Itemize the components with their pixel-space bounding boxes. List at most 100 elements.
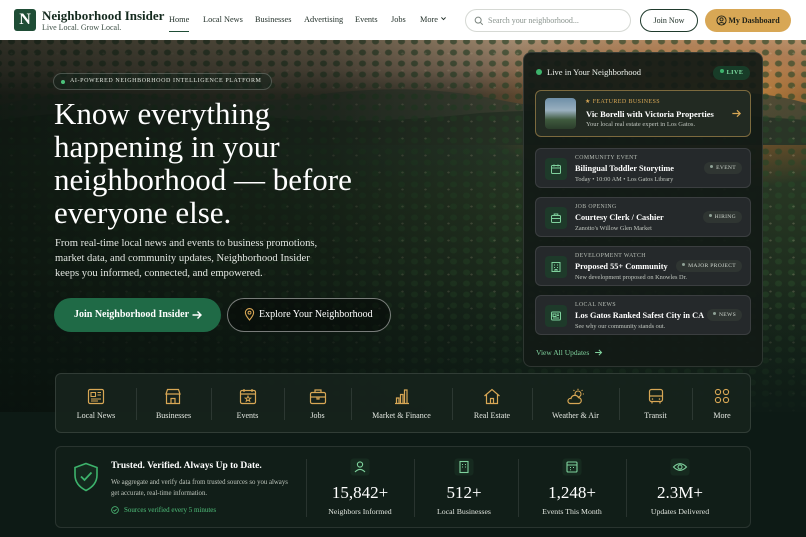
arrow-right-icon [595,349,603,356]
live-badge-text: LIVE [726,70,744,76]
explore-neighborhood-button[interactable]: Explore Your Neighborhood [227,298,391,332]
featured-title: Vic Borelli with Victoria Properties [586,109,714,119]
users-icon [350,458,370,476]
my-dashboard-button[interactable]: My Dashboard [705,9,791,32]
stat-value: 512+ [446,483,482,502]
search-input[interactable]: Search your neighborhood... [465,9,631,32]
trust-description: We aggregate and verify data from truste… [111,479,288,497]
stat-label: Events This Month [542,507,602,516]
card-badge: HIRING [702,211,742,223]
panel-title: Live in Your Neighborhood [536,67,641,77]
featured-business-card[interactable]: ★ FEATURED BUSINESS Vic Borelli with Vic… [535,90,751,137]
stat-updates: 2.3M+ Updates Delivered [626,447,734,527]
hero-badge-text: AI-POWERED NEIGHBORHOOD INTELLIGENCE PLA… [70,78,262,84]
category-local-news[interactable]: Local News [56,374,136,432]
card-title: Proposed 55+ Community [575,262,668,271]
stat-label: Updates Delivered [650,507,710,516]
card-description: New development proposed on Knowles Dr. [575,274,687,281]
map-pin-icon [244,308,255,321]
featured-label-text: FEATURED BUSINESS [592,99,660,105]
category-weather-air[interactable]: Weather & Air [532,374,619,432]
category-businesses[interactable]: Businesses [136,374,211,432]
nav-item-home[interactable]: Home [169,15,190,32]
featured-description: Your local real estate expert in Los Gat… [586,121,696,128]
arrow-right-icon [192,311,202,319]
stat-label: Local Businesses [437,507,491,516]
update-card-development[interactable]: DEVELOPMENT WATCH Proposed 55+ Community… [535,246,751,286]
update-card-news[interactable]: LOCAL NEWS Los Gatos Ranked Safest City … [535,295,751,335]
user-icon [716,15,727,26]
category-market-finance[interactable]: Market & Finance [351,374,452,432]
category-jobs[interactable]: Jobs [284,374,351,432]
view-all-updates-link[interactable]: View All Updates [536,348,603,357]
hero-headline: Know everything happening in your neighb… [54,96,352,230]
nav-item-more[interactable]: More [420,15,447,24]
nav-item-jobs[interactable]: Jobs [391,15,406,24]
arrow-right-icon [732,109,742,118]
newspaper-icon [87,388,105,405]
shield-check-icon [74,462,98,492]
stat-value: 15,842+ [331,483,389,502]
join-neighborhood-insider-button[interactable]: Join Neighborhood Insider [54,298,221,332]
card-badge: NEWS [706,309,742,321]
sun-cloud-icon [567,388,584,405]
hero-subtext: From real-time local news and events to … [55,238,318,279]
stat-neighbors: 15,842+ Neighbors Informed [306,447,414,527]
stat-businesses: 512+ Local Businesses [410,447,518,527]
category-transit[interactable]: Transit [619,374,692,432]
hero-badge: AI-POWERED NEIGHBORHOOD INTELLIGENCE PLA… [53,73,272,90]
briefcase-icon [309,389,327,405]
chevron-down-icon [441,17,447,21]
cta-secondary-label: Explore Your Neighborhood [259,309,373,320]
category-more[interactable]: More [692,374,752,432]
dashboard-label: My Dashboard [728,16,780,25]
category-label: Events [236,411,259,420]
newspaper-icon [545,305,567,327]
category-events[interactable]: Events [211,374,284,432]
view-all-label: View All Updates [536,348,590,357]
search-placeholder: Search your neighborhood... [488,16,579,25]
building-icon [454,458,474,476]
eye-icon [670,458,690,476]
update-card-event[interactable]: COMMUNITY EVENT Bilingual Toddler Storyt… [535,148,751,188]
category-label: Market & Finance [372,411,431,420]
card-badge: MAJOR PROJECT [676,260,742,272]
card-title: Los Gatos Ranked Safest City in CA [575,311,705,320]
card-label: DEVELOPMENT WATCH [575,253,646,259]
check-circle-icon [111,506,119,514]
calendar-icon [562,458,582,476]
nav-item-local-news[interactable]: Local News [203,15,243,24]
category-real-estate[interactable]: Real Estate [452,374,532,432]
verified-text: Sources verified every 5 minutes [124,506,217,514]
card-description: Today • 10:00 AM • Los Gatos Library [575,176,674,183]
brand[interactable]: Neighborhood Insider Live Local. Grow Lo… [42,8,164,33]
nav-item-events[interactable]: Events [355,15,378,24]
card-description: See why our community stands out. [575,323,666,330]
join-now-button[interactable]: Join Now [640,9,698,32]
top-navigation: N Neighborhood Insider Live Local. Grow … [0,0,806,40]
building-icon [545,256,567,278]
business-photo [545,98,576,129]
logo-icon[interactable]: N [14,9,36,31]
badge-dot [61,80,65,84]
trust-stats-bar: Trusted. Verified. Always Up to Date. We… [55,446,751,528]
badge-dot [712,312,716,315]
nav-item-businesses[interactable]: Businesses [255,15,291,24]
card-description: Zanotto's Willow Glen Market [575,225,652,232]
badge-dot [708,214,712,217]
card-label: JOB OPENING [575,204,617,210]
card-badge-text: HIRING [714,214,736,220]
update-card-job[interactable]: JOB OPENING Courtesy Clerk / Cashier Zan… [535,197,751,237]
storefront-icon [165,388,181,405]
category-label: Real Estate [473,411,511,420]
live-updates-panel: Live in Your Neighborhood LIVE ★ FEATURE… [523,52,763,367]
card-title: Courtesy Clerk / Cashier [575,213,664,222]
nav-item-advertising[interactable]: Advertising [304,15,343,24]
briefcase-icon [545,207,567,229]
bus-icon [648,388,664,404]
stat-events: 1,248+ Events This Month [518,447,626,527]
category-label: Transit [644,411,667,420]
panel-title-text: Live in Your Neighborhood [547,67,641,77]
nav-more-label: More [420,15,438,24]
live-badge-dot [719,69,724,73]
